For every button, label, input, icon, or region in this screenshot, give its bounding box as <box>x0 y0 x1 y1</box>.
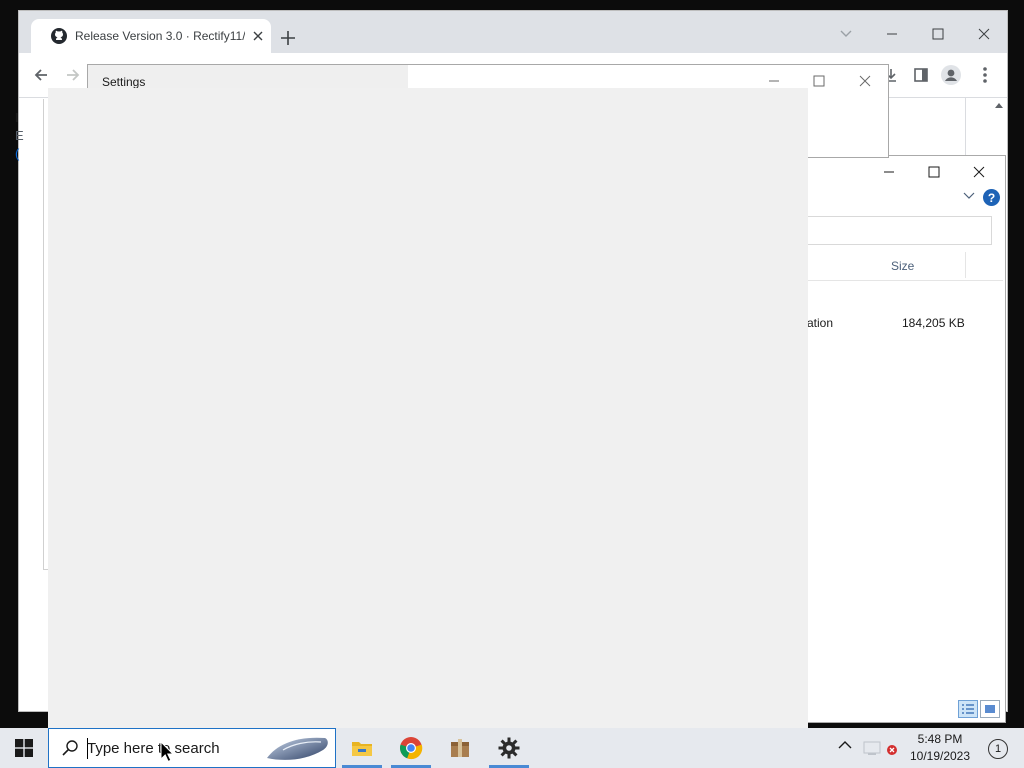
browser-tab-strip: Release Version 3.0 · Rectify11/Ir <box>19 11 1007 53</box>
explorer-maximize-icon[interactable] <box>914 158 954 186</box>
search-icon <box>61 739 79 757</box>
address-bar[interactable] <box>807 216 992 245</box>
page-text-fragment: I E ( <box>15 109 24 163</box>
file-size-cell: 184,205 KB <box>902 316 965 330</box>
ribbon-expand-chevron-icon[interactable] <box>963 192 975 200</box>
package-taskbar-icon[interactable] <box>436 728 484 768</box>
profile-avatar-icon[interactable] <box>941 65 961 85</box>
page-text-line: I <box>15 110 19 125</box>
clock-time[interactable]: 5:48 PM <box>914 732 966 746</box>
settings-title: Settings <box>102 75 146 89</box>
browser-minimize-icon[interactable] <box>877 19 907 49</box>
help-icon[interactable]: ? <box>983 189 1000 206</box>
tab-search-chevron-icon[interactable] <box>831 19 861 49</box>
browser-menu-icon[interactable] <box>975 65 995 85</box>
column-header-size[interactable]: Size <box>891 259 914 273</box>
page-text-line: ( <box>15 146 20 161</box>
new-tab-icon[interactable] <box>277 27 299 49</box>
taskbar: Type here to search 5:48 PM 10/19/2023 1 <box>0 728 1024 768</box>
clock-date[interactable]: 10/19/2023 <box>906 749 974 763</box>
large-icons-view-icon[interactable] <box>980 700 1000 718</box>
details-view-icon[interactable] <box>958 700 978 718</box>
taskbar-search-box[interactable]: Type here to search <box>48 728 336 768</box>
github-icon <box>51 28 67 44</box>
side-panel-icon[interactable] <box>911 65 931 85</box>
explorer-minimize-icon[interactable] <box>869 158 909 186</box>
notification-center-icon[interactable]: 1 <box>988 739 1008 759</box>
settings-close-icon[interactable] <box>843 67 887 95</box>
file-type-cell: ation <box>807 316 834 330</box>
file-explorer-window: ? Size ation 184,205 KB <box>806 155 1006 723</box>
search-highlight-image <box>263 732 333 764</box>
tab-close-icon[interactable] <box>251 29 265 43</box>
back-arrow-icon[interactable] <box>31 65 51 85</box>
browser-tab[interactable]: Release Version 3.0 · Rectify11/Ir <box>31 19 271 53</box>
browser-close-icon[interactable] <box>969 19 999 49</box>
mouse-cursor-icon <box>160 741 174 763</box>
tab-title: Release Version 3.0 · Rectify11/Ir <box>75 29 245 43</box>
file-explorer-taskbar-icon[interactable] <box>338 728 386 768</box>
forward-arrow-icon[interactable] <box>63 65 83 85</box>
network-disconnected-icon[interactable] <box>862 738 898 758</box>
search-placeholder: Type here to search <box>87 740 220 757</box>
explorer-close-icon[interactable] <box>959 158 999 186</box>
settings-content-area <box>48 88 808 728</box>
windows-start-icon[interactable] <box>0 728 48 768</box>
chrome-taskbar-icon[interactable] <box>387 728 435 768</box>
show-hidden-icons-chevron-icon[interactable] <box>838 740 852 750</box>
settings-taskbar-icon[interactable] <box>485 728 533 768</box>
page-text-line: E <box>15 128 24 143</box>
browser-maximize-icon[interactable] <box>923 19 953 49</box>
column-divider[interactable] <box>965 252 966 278</box>
column-header-row: Size <box>807 252 1003 281</box>
